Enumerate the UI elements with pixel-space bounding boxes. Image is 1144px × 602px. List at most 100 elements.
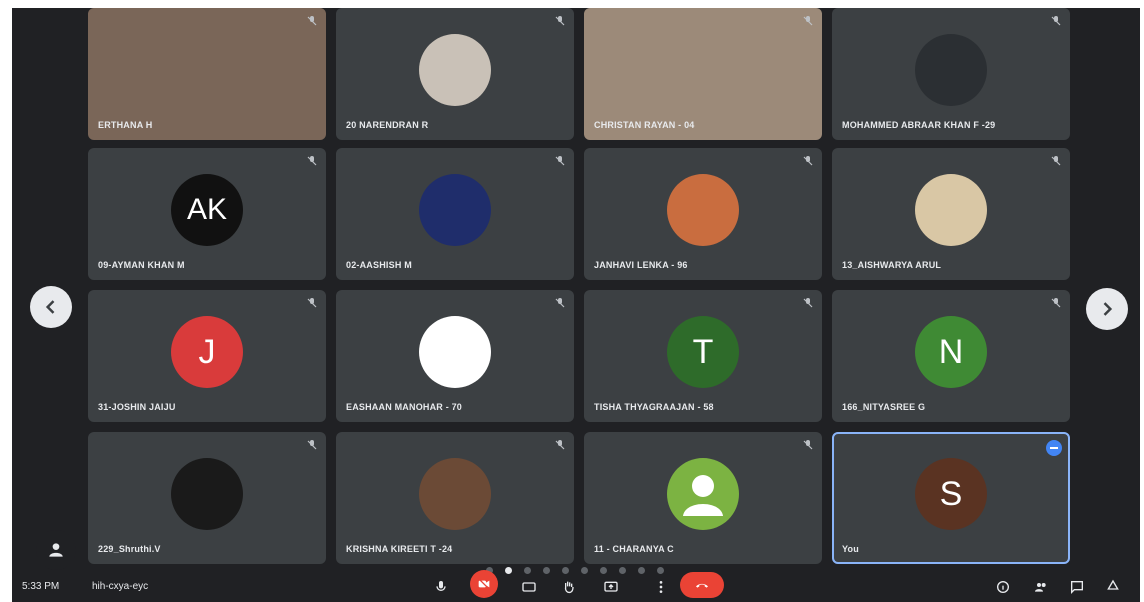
participant-name: TISHA THYAGRAAJAN - 58 (594, 402, 714, 412)
participant-name: 09-AYMAN KHAN M (98, 260, 185, 270)
clock: 5:33 PM (22, 581, 60, 592)
next-page-button[interactable] (1086, 288, 1128, 330)
avatar-initial: S (939, 474, 963, 513)
person-icon (49, 543, 63, 557)
mic-muted-icon (306, 154, 318, 166)
participant-avatar: T (667, 316, 739, 388)
mic-muted-icon (554, 154, 566, 166)
participant-avatar (915, 174, 987, 246)
participant-name: ERTHANA H (98, 120, 153, 130)
present-button[interactable] (600, 576, 622, 598)
participant-tile[interactable]: 13_AISHWARYA ARUL (832, 148, 1070, 280)
avatar-initial: T (692, 332, 714, 371)
participant-avatar (915, 34, 987, 106)
participant-avatar (419, 34, 491, 106)
avatar-initial: J (198, 332, 216, 371)
participant-avatar: S (915, 458, 987, 530)
avatar-initial: N (938, 332, 964, 371)
participant-tile[interactable]: AK 09-AYMAN KHAN M (88, 148, 326, 280)
participant-name: 20 NARENDRAN R (346, 120, 429, 130)
participant-avatar (419, 316, 491, 388)
mic-button[interactable] (430, 576, 452, 598)
page-dot[interactable] (657, 567, 664, 574)
mic-muted-icon (802, 296, 814, 308)
mic-muted-icon (1050, 154, 1062, 166)
participants-button[interactable] (1030, 576, 1052, 598)
participant-avatar: N (915, 316, 987, 388)
hand-icon (564, 581, 574, 594)
participant-tile[interactable]: J 31-JOSHIN JAIJU (88, 290, 326, 422)
participant-name: JANHAVI LENKA - 96 (594, 260, 688, 270)
captions-icon (522, 582, 536, 592)
participant-name: KRISHNA KIREETI T -24 (346, 544, 453, 554)
page-dot[interactable] (505, 567, 512, 574)
bottom-bar: 5:33 PM hih-cxya-eyc (12, 562, 1140, 602)
participant-name: 31-JOSHIN JAIJU (98, 402, 176, 412)
phone-hangup-icon (696, 583, 708, 588)
participant-tile[interactable]: JANHAVI LENKA - 96 (584, 148, 822, 280)
info-icon (997, 581, 1009, 593)
camera-off-icon (478, 578, 490, 590)
participant-name: 13_AISHWARYA ARUL (842, 260, 942, 270)
shapes-icon (1107, 579, 1119, 590)
participant-avatar (171, 458, 243, 530)
page-dot[interactable] (581, 567, 588, 574)
participant-name: 229_Shruthi.V (98, 544, 161, 554)
mic-muted-icon (802, 14, 814, 26)
camera-off-button[interactable] (470, 570, 498, 598)
participant-tile[interactable]: 229_Shruthi.V (88, 432, 326, 564)
mic-muted-icon (554, 296, 566, 308)
page-dot[interactable] (543, 567, 550, 574)
mic-muted-icon (306, 14, 318, 26)
participant-tile[interactable]: 20 NARENDRAN R (336, 8, 574, 140)
info-button[interactable] (992, 576, 1014, 598)
chevron-left-icon (45, 300, 55, 314)
chat-icon (1071, 581, 1083, 594)
avatar-initial: AK (186, 193, 228, 226)
page-dot[interactable] (600, 567, 607, 574)
page-dot[interactable] (524, 567, 531, 574)
participant-name: CHRISTAN RAYAN - 04 (594, 120, 695, 130)
participant-tile[interactable]: T TISHA THYAGRAAJAN - 58 (584, 290, 822, 422)
participant-name: You (842, 544, 859, 554)
participant-name: 02-AASHISH M (346, 260, 412, 270)
mic-muted-icon (306, 296, 318, 308)
people-icon (1035, 583, 1046, 592)
mic-muted-icon (554, 14, 566, 26)
mic-muted-icon (306, 438, 318, 450)
page-dot[interactable] (638, 567, 645, 574)
participant-tile[interactable]: MOHAMMED ABRAAR KHAN F -29 (832, 8, 1070, 140)
participant-avatar (667, 458, 739, 530)
participant-tile[interactable]: 11 - CHARANYA C (584, 432, 822, 564)
participant-tile[interactable]: 02-AASHISH M (336, 148, 574, 280)
participant-tile[interactable]: KRISHNA KIREETI T -24 (336, 432, 574, 564)
page-dot[interactable] (619, 567, 626, 574)
captions-button[interactable] (518, 576, 540, 598)
participant-avatar (419, 458, 491, 530)
more-options-button[interactable] (650, 576, 672, 598)
present-icon (604, 581, 618, 592)
mic-muted-icon (1050, 14, 1062, 26)
chat-button[interactable] (1066, 576, 1088, 598)
more-vert-icon (659, 581, 663, 593)
mic-muted-icon (802, 438, 814, 450)
page-dot[interactable] (562, 567, 569, 574)
activities-button[interactable] (1102, 576, 1124, 598)
chevron-right-icon (1103, 302, 1113, 316)
participant-tile[interactable]: EASHAAN MANOHAR - 70 (336, 290, 574, 422)
end-call-button[interactable] (680, 572, 724, 598)
participant-tile[interactable]: N 166_NITYASREE G (832, 290, 1070, 422)
participant-name: MOHAMMED ABRAAR KHAN F -29 (842, 120, 996, 130)
participant-name: EASHAAN MANOHAR - 70 (346, 402, 463, 412)
meet-screen: ERTHANA H 20 NARENDRAN R CHRISTAN RAYAN - … (12, 8, 1140, 602)
raise-hand-button[interactable] (558, 576, 580, 598)
participant-tile[interactable]: CHRISTAN RAYAN - 04 (584, 8, 822, 140)
previous-page-button[interactable] (30, 286, 72, 328)
mic-muted-icon (1050, 296, 1062, 308)
participant-tile[interactable]: S You (832, 432, 1070, 564)
meeting-code: hih-cxya-eyc (92, 581, 149, 592)
self-options-icon[interactable] (1046, 440, 1062, 456)
participant-avatar: AK (171, 174, 243, 246)
mic-icon (436, 581, 446, 591)
participant-tile[interactable]: ERTHANA H (88, 8, 326, 140)
